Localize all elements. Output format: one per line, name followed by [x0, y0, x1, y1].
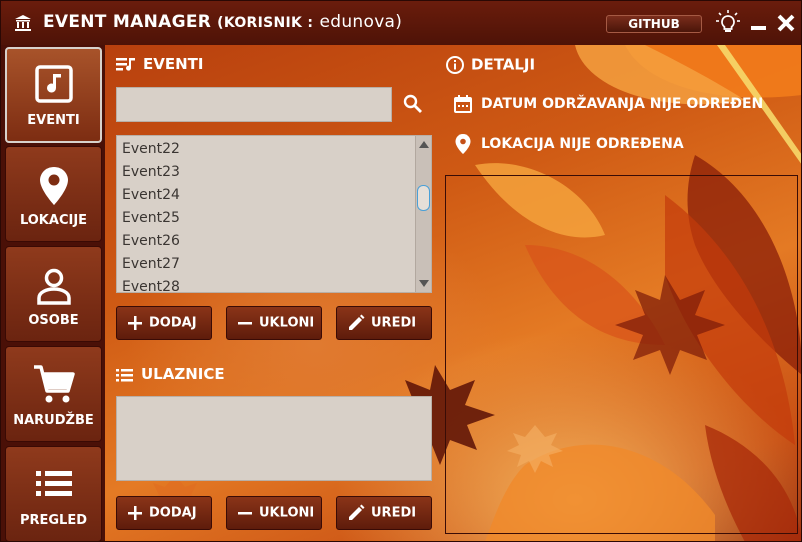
sidebar-item-eventi[interactable]: EVENTI [5, 47, 102, 143]
app-title: EVENT MANAGER [43, 12, 212, 32]
list-icon [116, 368, 133, 381]
sidebar-item-pregled[interactable]: PREGLED [5, 446, 102, 541]
user-label: (KORISNIK : [217, 15, 314, 31]
title-bar[interactable]: EVENT MANAGER (KORISNIK : edunova) GITHUB [1, 1, 801, 45]
info-icon [446, 56, 464, 74]
close-icon[interactable] [773, 9, 799, 35]
location-pin-icon [455, 134, 471, 154]
pencil-icon [349, 314, 365, 330]
sidebar-item-label: NARUDŽBE [13, 413, 94, 428]
edit-event-button[interactable]: UREDI [336, 306, 432, 340]
remove-event-button[interactable]: UKLONI [226, 306, 322, 340]
list-item[interactable]: Event22 [117, 138, 413, 161]
event-manager-window: EVENT MANAGER (KORISNIK : edunova) GITHUB [0, 0, 802, 542]
github-button[interactable]: GITHUB [606, 15, 702, 33]
calendar-icon [454, 95, 472, 113]
playlist-icon [116, 57, 135, 71]
remove-event-label: UKLONI [259, 315, 315, 331]
events-heading: EVENTI [115, 55, 203, 74]
event-date-text: DATUM ODRŽAVANJA NIJE ODREĐEN [481, 96, 764, 112]
shopping-cart-icon [33, 365, 75, 403]
list-item[interactable]: Event28 [117, 276, 413, 292]
search-icon[interactable] [402, 93, 424, 115]
add-event-button[interactable]: DODAJ [116, 306, 212, 340]
sidebar-item-narudzbe[interactable]: NARUDŽBE [5, 346, 102, 442]
add-ticket-label: DODAJ [149, 505, 197, 521]
pencil-icon [349, 504, 365, 520]
list-item[interactable]: Event25 [117, 207, 413, 230]
details-heading-label: DETALJI [471, 55, 536, 74]
remove-ticket-button[interactable]: UKLONI [226, 496, 322, 530]
plus-icon [128, 316, 142, 330]
scroll-up-icon[interactable] [419, 141, 429, 148]
add-ticket-button[interactable]: DODAJ [116, 496, 212, 530]
event-search-input[interactable] [116, 87, 392, 122]
sidebar-item-label: OSOBE [28, 313, 79, 328]
events-heading-label: EVENTI [143, 55, 204, 73]
edit-event-label: UREDI [371, 315, 417, 331]
list-item[interactable]: Event23 [117, 161, 413, 184]
tickets-heading: ULAZNICE [115, 365, 225, 383]
minimize-icon[interactable] [747, 9, 773, 35]
person-icon [36, 268, 71, 305]
events-list[interactable]: Event22 Event23 Event24 Event25 Event26 … [116, 135, 432, 293]
list-item[interactable]: Event24 [117, 184, 413, 207]
user-name: edunova) [319, 12, 403, 32]
bank-icon [15, 15, 31, 31]
scrollbar-thumb[interactable] [417, 185, 430, 212]
minus-icon [238, 322, 252, 325]
sidebar-item-label: LOKACIJE [19, 213, 88, 228]
edit-ticket-button[interactable]: UREDI [336, 496, 432, 530]
map-panel[interactable] [445, 175, 798, 534]
minus-icon [238, 512, 252, 515]
plus-icon [128, 506, 142, 520]
scroll-down-icon[interactable] [419, 280, 429, 287]
list-item[interactable]: Event27 [117, 253, 413, 276]
sidebar-item-osobe[interactable]: OSOBE [5, 246, 102, 342]
list-item[interactable]: Event26 [117, 230, 413, 253]
location-pin-icon [39, 167, 68, 205]
sidebar: EVENTI LOKACIJE OSOBE NARUDŽBE PREGLED [1, 45, 105, 541]
sidebar-item-label: PREGLED [19, 513, 88, 528]
lightbulb-icon[interactable] [715, 9, 741, 35]
events-list-scrollbar[interactable] [415, 136, 431, 292]
edit-ticket-label: UREDI [371, 505, 417, 521]
event-location-text: LOKACIJA NIJE ODREĐENA [481, 136, 684, 152]
music-note-icon [34, 65, 73, 103]
add-event-label: DODAJ [149, 315, 197, 331]
window-title: EVENT MANAGER (KORISNIK : edunova) [43, 12, 402, 32]
tickets-heading-label: ULAZNICE [141, 365, 225, 383]
sidebar-item-lokacije[interactable]: LOKACIJE [5, 146, 102, 242]
remove-ticket-label: UKLONI [259, 505, 315, 521]
details-heading: DETALJI [445, 55, 535, 75]
event-location: LOKACIJA NIJE ODREĐENA [453, 133, 684, 155]
sidebar-item-label: EVENTI [27, 113, 80, 128]
main-content: EVENTI Event22 Event23 Event24 Event25 E… [105, 45, 801, 541]
event-date: DATUM ODRŽAVANJA NIJE ODREĐEN [453, 94, 763, 114]
list-icon [35, 471, 72, 496]
tickets-list[interactable] [116, 396, 432, 481]
